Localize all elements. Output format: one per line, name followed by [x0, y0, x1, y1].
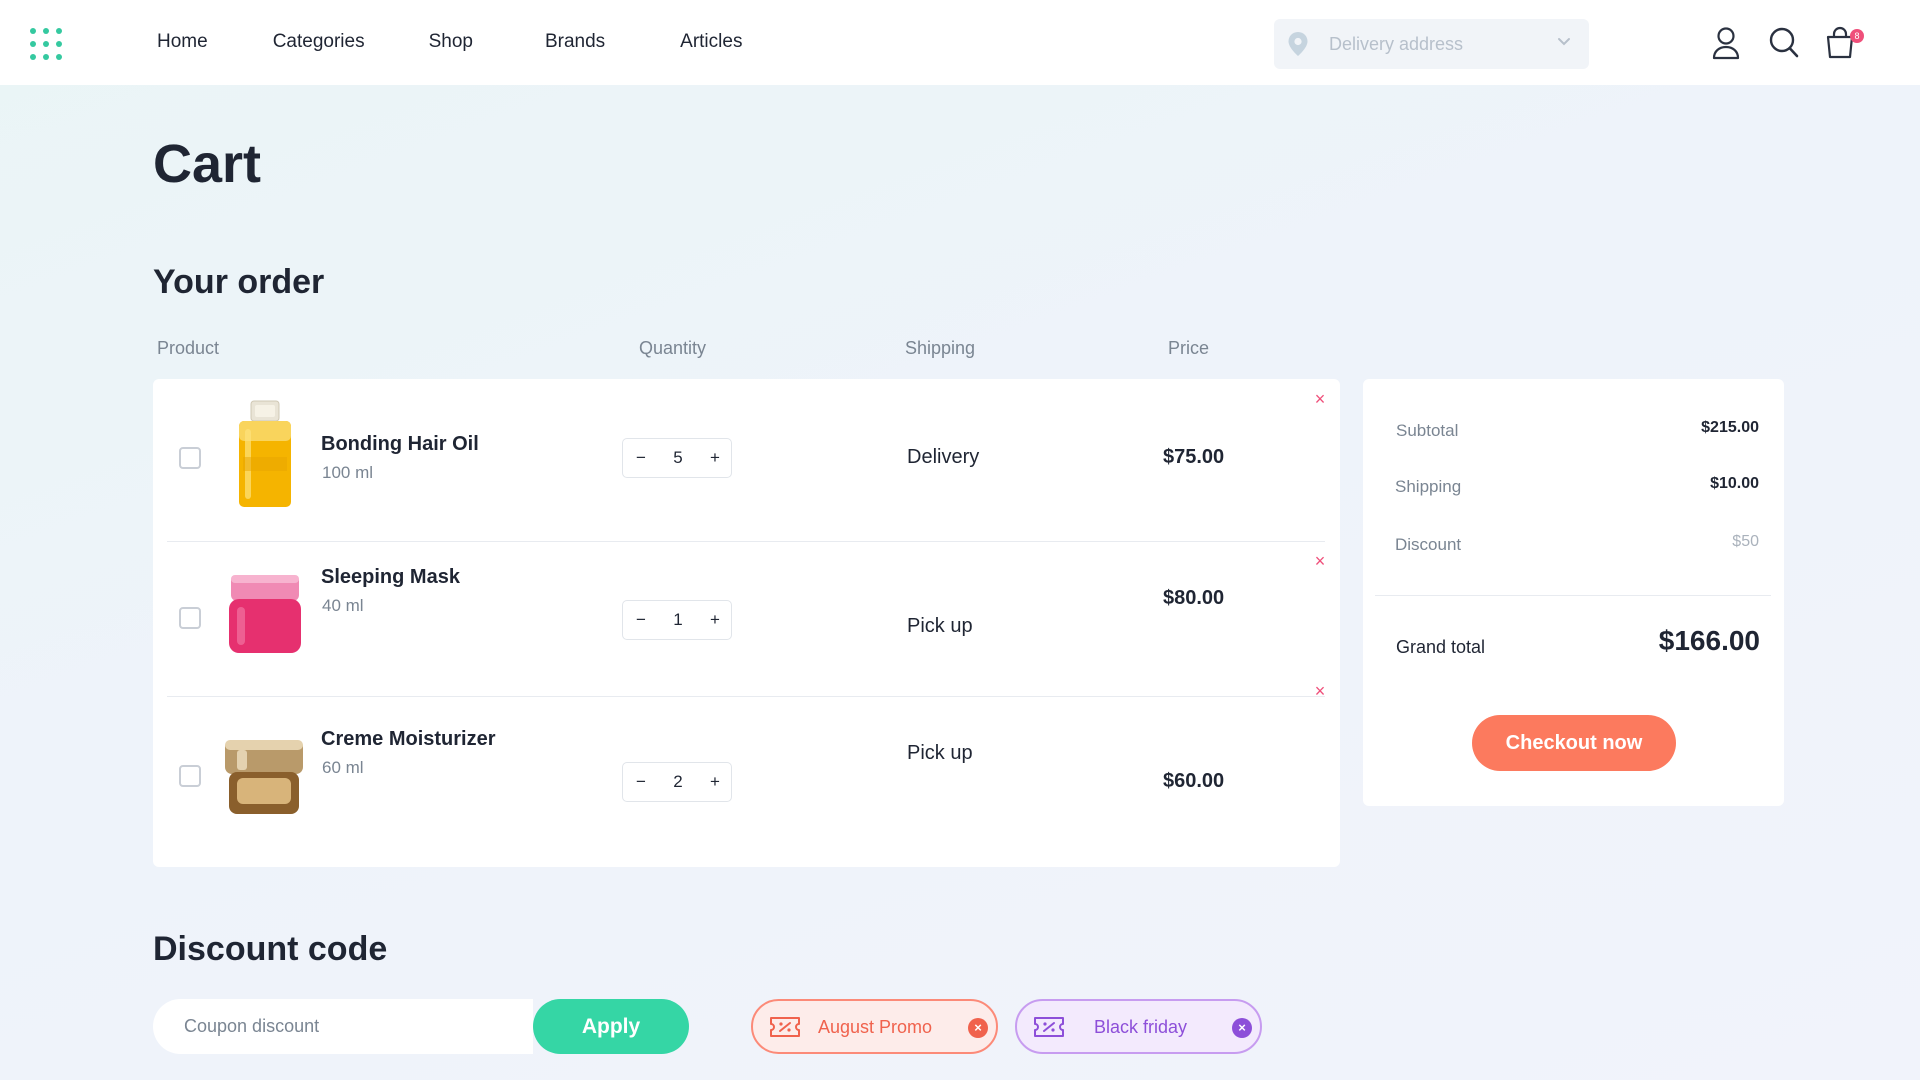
- column-header-shipping: Shipping: [905, 338, 976, 358]
- decrease-quantity-button[interactable]: −: [623, 439, 659, 477]
- chevron-down-icon: [1558, 38, 1570, 46]
- quantity-value[interactable]: 5: [659, 439, 697, 477]
- summary-divider: [1375, 595, 1771, 596]
- order-summary-card: Subtotal $215.00 Shipping $10.00 Discoun…: [1363, 379, 1784, 806]
- promo-label: August Promo: [818, 1017, 933, 1037]
- shipping-method: Delivery: [907, 446, 980, 468]
- subtotal-value: $215.00: [1701, 419, 1759, 436]
- remove-item-icon[interactable]: ×: [1312, 390, 1328, 408]
- row-divider: [167, 696, 1325, 697]
- promo-chip-august[interactable]: August Promo ×: [751, 999, 998, 1054]
- increase-quantity-button[interactable]: +: [697, 439, 733, 477]
- decrease-quantity-button[interactable]: −: [623, 601, 659, 639]
- sleeping-mask-jar-image: [229, 575, 301, 653]
- your-order-title: Your order: [153, 263, 325, 301]
- product-name[interactable]: Creme Moisturizer: [321, 728, 496, 751]
- hair-oil-bottle-image: [239, 400, 291, 507]
- item-price: $80.00: [1163, 587, 1225, 609]
- delivery-address-select[interactable]: Delivery address: [1274, 19, 1589, 69]
- cart-count-badge: 8: [1850, 29, 1864, 43]
- coupon-ticket-icon: [1034, 1017, 1064, 1037]
- remove-item-icon[interactable]: ×: [1312, 552, 1328, 570]
- creme-moisturizer-jar-image: [225, 740, 303, 814]
- coupon-ticket-icon: [770, 1017, 800, 1037]
- quantity-value[interactable]: 2: [659, 763, 697, 801]
- increase-quantity-button[interactable]: +: [697, 763, 733, 801]
- item-price: $60.00: [1163, 770, 1225, 792]
- page-title: Cart: [153, 134, 262, 194]
- quantity-stepper: − 5 +: [622, 438, 732, 478]
- shipping-method: Pick up: [907, 615, 973, 637]
- item-select-checkbox[interactable]: [179, 765, 201, 787]
- quantity-stepper: − 2 +: [622, 762, 732, 802]
- shipping-label: Shipping: [1395, 477, 1462, 496]
- discount-label: Discount: [1395, 535, 1462, 554]
- item-select-checkbox[interactable]: [179, 607, 201, 629]
- discount-code-title: Discount code: [153, 930, 388, 968]
- remove-promo-icon[interactable]: ×: [1232, 1018, 1252, 1038]
- cart-row: Sleeping Mask 40 ml − 1 + Pick up $80.00…: [153, 541, 1340, 703]
- item-select-checkbox[interactable]: [179, 447, 201, 469]
- location-pin-icon: [1288, 32, 1308, 56]
- remove-promo-icon[interactable]: ×: [968, 1018, 988, 1038]
- item-price: $75.00: [1163, 446, 1225, 468]
- quantity-stepper: − 1 +: [622, 600, 732, 640]
- promo-chip-black-friday[interactable]: Black friday ×: [1015, 999, 1262, 1054]
- delivery-address-placeholder: Delivery address: [1329, 34, 1464, 54]
- product-size: 60 ml: [322, 758, 364, 777]
- product-size: 100 ml: [322, 463, 374, 482]
- nav-articles[interactable]: Articles: [680, 30, 742, 54]
- subtotal-label: Subtotal: [1396, 421, 1459, 440]
- search-icon[interactable]: [1768, 26, 1800, 60]
- menu-grid-logo-icon[interactable]: [30, 28, 62, 60]
- product-name[interactable]: Sleeping Mask: [321, 566, 460, 589]
- grand-total-value: $166.00: [1658, 625, 1760, 656]
- product-size: 40 ml: [322, 596, 364, 615]
- nav-shop[interactable]: Shop: [429, 30, 473, 54]
- promo-label: Black friday: [1094, 1017, 1188, 1037]
- coupon-input[interactable]: [153, 999, 533, 1054]
- grand-total-label: Grand total: [1396, 637, 1486, 657]
- main-nav: Home Categories Shop Brands Articles: [157, 30, 807, 54]
- quantity-value[interactable]: 1: [659, 601, 697, 639]
- increase-quantity-button[interactable]: +: [697, 601, 733, 639]
- shipping-method: Pick up: [907, 742, 973, 764]
- discount-value: $50: [1732, 533, 1759, 550]
- shipping-value: $10.00: [1710, 475, 1759, 492]
- user-icon[interactable]: [1711, 26, 1741, 60]
- product-name[interactable]: Bonding Hair Oil: [321, 433, 479, 456]
- cart-row: Creme Moisturizer 60 ml − 2 + Pick up $6…: [153, 682, 1340, 865]
- decrease-quantity-button[interactable]: −: [623, 763, 659, 801]
- column-header-quantity: Quantity: [639, 338, 707, 358]
- nav-categories[interactable]: Categories: [273, 30, 365, 54]
- cart-row: Bonding Hair Oil 100 ml − 5 + Delivery $…: [153, 379, 1340, 541]
- top-header: Home Categories Shop Brands Articles Del…: [0, 0, 1920, 85]
- column-header-price: Price: [1168, 338, 1210, 358]
- checkout-button[interactable]: Checkout now: [1472, 715, 1676, 771]
- nav-home[interactable]: Home: [157, 30, 208, 54]
- apply-coupon-button[interactable]: Apply: [533, 999, 689, 1054]
- column-header-product: Product: [157, 338, 220, 358]
- nav-brands[interactable]: Brands: [545, 30, 605, 54]
- cart-items-table: Bonding Hair Oil 100 ml − 5 + Delivery $…: [153, 379, 1340, 867]
- remove-item-icon[interactable]: ×: [1312, 682, 1328, 700]
